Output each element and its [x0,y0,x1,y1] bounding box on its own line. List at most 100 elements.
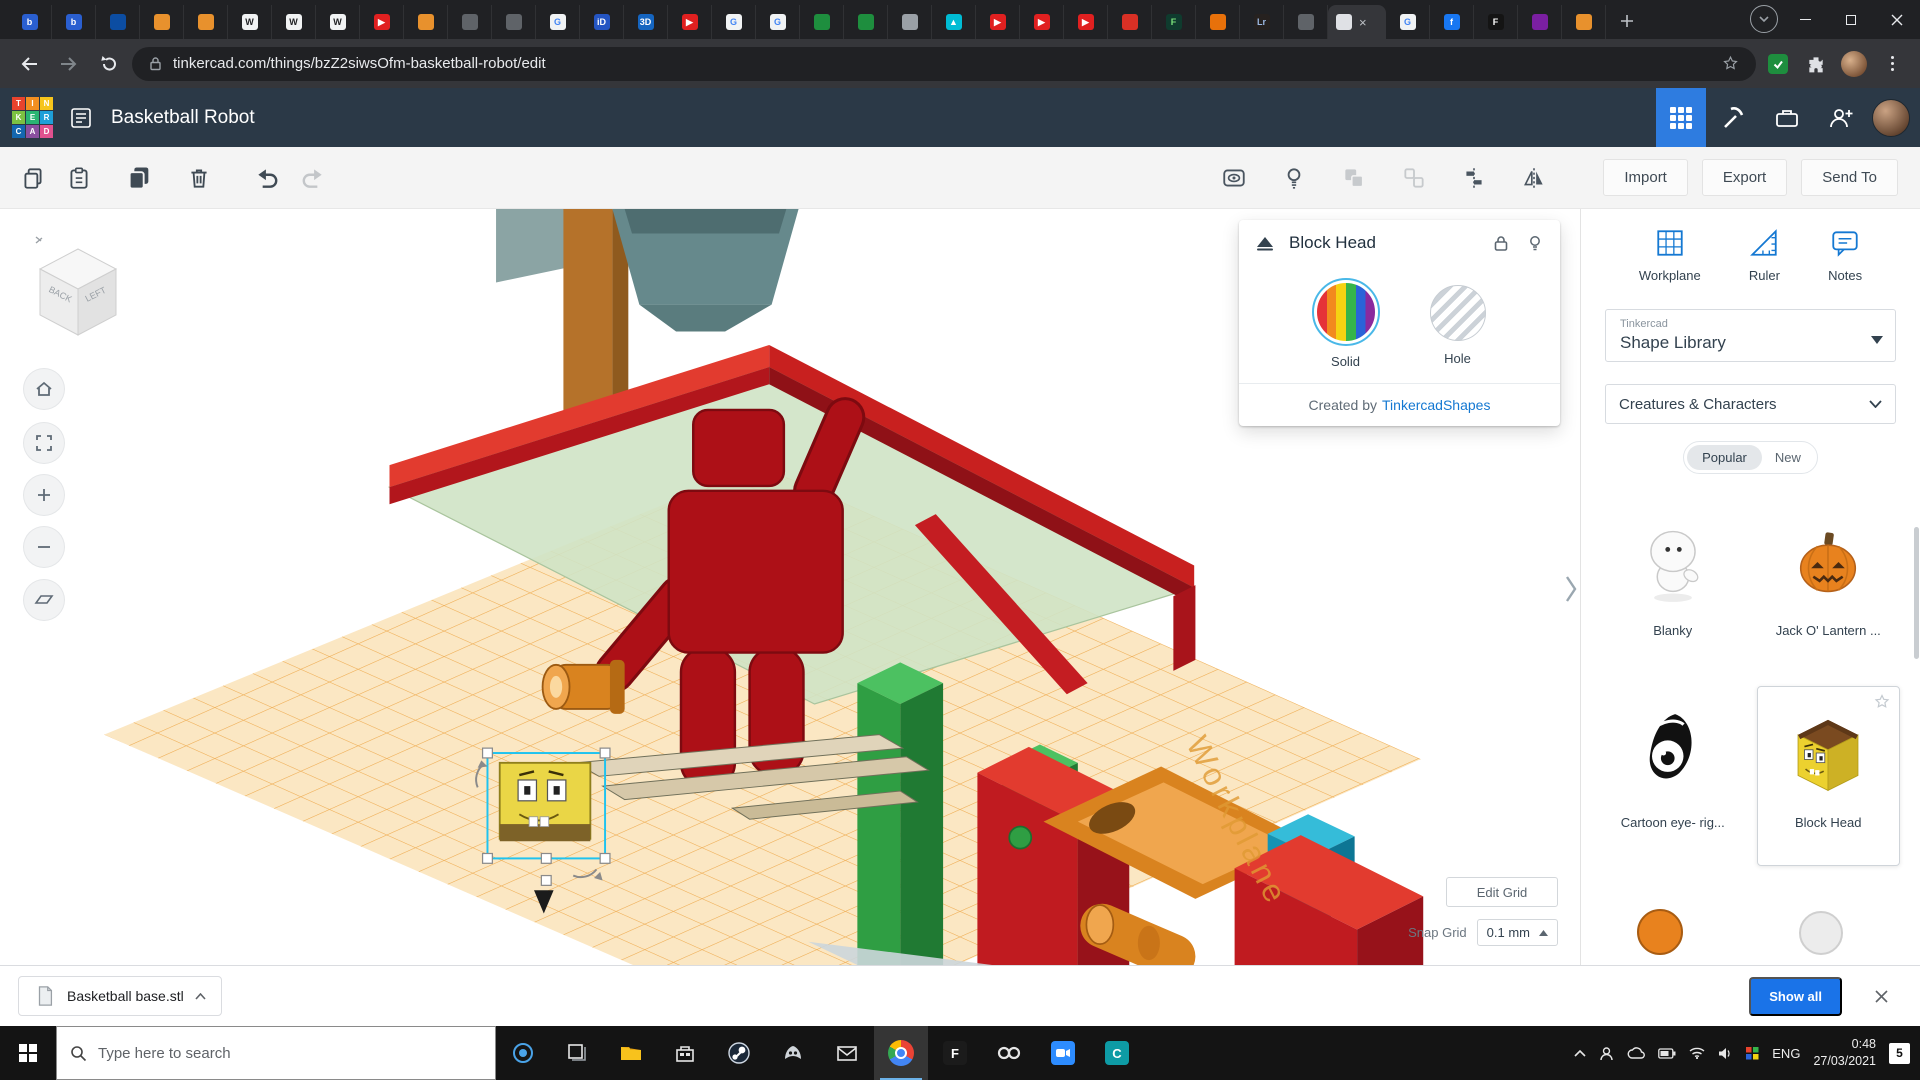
browser-tab[interactable] [492,5,536,39]
sidebar-collapse-handle[interactable] [1562,565,1580,613]
taskbar-search[interactable] [56,1026,496,1080]
close-button[interactable] [1874,0,1920,39]
browser-tab[interactable] [404,5,448,39]
sidebar-scrollbar[interactable] [1914,527,1919,659]
chrome-button[interactable] [874,1026,928,1080]
browser-tab[interactable] [1108,5,1152,39]
browser-tab[interactable]: G [712,5,756,39]
notes-tool[interactable]: Notes [1828,227,1862,283]
clip-app-button[interactable]: C [1090,1026,1144,1080]
browser-tab[interactable]: f [1430,5,1474,39]
snap-grid-dropdown[interactable]: 0.1 mm [1477,919,1558,946]
edit-grid-button[interactable]: Edit Grid [1446,877,1558,907]
shape-library-dropdown[interactable]: Tinkercad Shape Library [1605,309,1896,362]
taskbar-clock[interactable]: 0:48 27/03/2021 [1813,1036,1876,1070]
browser-tab[interactable] [184,5,228,39]
game-app-button[interactable] [766,1026,820,1080]
back-button[interactable] [12,47,46,81]
tray-cloud-icon[interactable] [1627,1047,1645,1060]
fit-view-button[interactable] [24,423,64,463]
maximize-button[interactable] [1828,0,1874,39]
tray-expand-icon[interactable] [1574,1049,1586,1057]
browser-tab[interactable] [1284,5,1328,39]
next-shape-peek[interactable] [1637,909,1683,955]
browser-tab[interactable]: ▶ [668,5,712,39]
shape-card-cartoon-eye[interactable]: Cartoon eye- rig... [1601,686,1745,866]
infinity-app-button[interactable] [982,1026,1036,1080]
collapse-panel-icon[interactable] [1255,235,1275,251]
download-item[interactable]: Basketball base.stl [18,976,222,1016]
filter-popular-button[interactable]: Popular [1687,445,1762,470]
export-button[interactable]: Export [1702,159,1787,196]
browser-profile-icon[interactable] [1750,5,1778,33]
workplane-view-button[interactable] [24,580,64,620]
browser-tab[interactable]: F [1474,5,1518,39]
task-view-button[interactable] [550,1026,604,1080]
language-indicator[interactable]: ENG [1772,1046,1800,1061]
browser-tab[interactable] [448,5,492,39]
cortana-button[interactable] [496,1026,550,1080]
forward-button[interactable] [52,47,86,81]
browser-tab[interactable]: W [316,5,360,39]
workplane-tool[interactable]: Workplane [1639,227,1701,283]
import-button[interactable]: Import [1603,159,1688,196]
search-input[interactable] [98,1045,482,1062]
tray-volume-icon[interactable] [1718,1047,1733,1060]
start-button[interactable] [0,1026,56,1080]
hole-swatch[interactable] [1430,285,1486,341]
meet-app-button[interactable] [1036,1026,1090,1080]
browser-tab[interactable]: ▶ [1064,5,1108,39]
minecraft-pickaxe-icon[interactable] [1706,88,1760,147]
browser-tab[interactable]: ▲ [932,5,976,39]
green-pillar-large[interactable] [857,662,943,965]
credit-link[interactable]: TinkercadShapes [1382,397,1490,413]
view-cube[interactable]: BACK LEFT [28,235,128,347]
favorite-star-icon[interactable] [1874,694,1890,710]
mail-button[interactable] [820,1026,874,1080]
filter-new-button[interactable]: New [1762,445,1814,470]
browser-tab[interactable]: b [8,5,52,39]
new-tab-button[interactable] [1612,6,1642,36]
browser-tab[interactable] [800,5,844,39]
chevron-up-icon[interactable] [195,993,206,1000]
browser-tab[interactable]: 3D [624,5,668,39]
design-properties-icon[interactable] [69,106,93,130]
duplicate-button[interactable] [116,155,162,201]
zoom-out-button[interactable] [24,527,64,567]
category-select[interactable]: Creatures & Characters [1605,384,1896,424]
action-center-button[interactable]: 5 [1889,1043,1910,1064]
3d-canvas[interactable]: Workplane BACK LEFT [0,209,1580,965]
redo-button[interactable] [290,155,336,201]
f-app-button[interactable]: F [928,1026,982,1080]
zoom-in-button[interactable] [24,475,64,515]
cube-home-icon[interactable] [36,237,42,243]
copy-button[interactable] [10,155,56,201]
browser-tab[interactable]: ▶ [360,5,404,39]
orange-glove[interactable] [543,660,625,714]
ruler-tool[interactable]: Ruler [1748,227,1780,283]
bookmark-star-icon[interactable] [1721,54,1740,73]
browser-tab[interactable]: G [1386,5,1430,39]
show-all-downloads-button[interactable]: Show all [1749,977,1842,1016]
browser-menu-icon[interactable] [1876,48,1908,80]
green-ball[interactable] [1009,827,1031,849]
tray-wifi-icon[interactable] [1689,1047,1705,1059]
browser-tab[interactable] [96,5,140,39]
add-collaborator-icon[interactable] [1814,88,1868,147]
tray-person-icon[interactable] [1599,1046,1614,1061]
browser-tab[interactable] [888,5,932,39]
delete-button[interactable] [176,155,222,201]
show-hide-button[interactable] [1211,155,1257,201]
browser-tab[interactable]: G [536,5,580,39]
mirror-button[interactable] [1511,155,1557,201]
browser-tab[interactable]: G [756,5,800,39]
browser-tab[interactable]: W [228,5,272,39]
paste-button[interactable] [56,155,102,201]
file-explorer-button[interactable] [604,1026,658,1080]
extension-shield-icon[interactable] [1762,48,1794,80]
tray-apps-icon[interactable] [1746,1047,1759,1060]
browser-tab[interactable]: F [1152,5,1196,39]
reload-button[interactable] [92,47,126,81]
browser-tab[interactable]: ▶ [1020,5,1064,39]
browser-tab[interactable]: Lr [1240,5,1284,39]
